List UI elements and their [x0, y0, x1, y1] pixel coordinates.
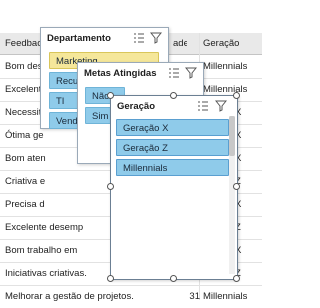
resize-handle[interactable]: [107, 183, 114, 190]
header-idade[interactable]: ade: [173, 33, 187, 54]
slicer-title: Metas Atingidas: [84, 68, 157, 79]
resize-handle[interactable]: [170, 275, 177, 282]
generation-cell[interactable]: Z: [235, 216, 260, 239]
generation-cell[interactable]: Millennials: [203, 285, 260, 308]
multi-select-icon[interactable]: [168, 67, 180, 79]
clear-filter-icon[interactable]: [215, 100, 227, 112]
slicer-scrollbar[interactable]: [229, 116, 235, 274]
slicer-item-millennials[interactable]: Millennials: [116, 159, 229, 176]
clear-filter-icon[interactable]: [185, 67, 197, 79]
table-row[interactable]: Melhorar a gestão de projetos. 31 Millen…: [0, 285, 262, 308]
resize-handle[interactable]: [233, 275, 240, 282]
generation-cell[interactable]: X: [235, 239, 260, 262]
generation-cell[interactable]: X: [235, 147, 260, 170]
slicer-geracao[interactable]: Geração Geração X Geração Z Millennials: [110, 95, 238, 280]
generation-cell[interactable]: Z: [235, 170, 260, 193]
generation-cell[interactable]: X: [235, 101, 260, 124]
scrollbar-thumb[interactable]: [229, 116, 235, 156]
slicer-item-geracao-z[interactable]: Geração Z: [116, 139, 229, 156]
slicer-title: Geração: [117, 101, 156, 112]
generation-cell[interactable]: Z: [235, 262, 260, 285]
clear-filter-icon[interactable]: [150, 32, 162, 44]
age-cell[interactable]: 31: [186, 285, 200, 308]
feedback-cell[interactable]: Melhorar a gestão de projetos.: [5, 285, 170, 308]
slicer-item-geracao-x[interactable]: Geração X: [116, 119, 229, 136]
resize-handle[interactable]: [107, 275, 114, 282]
header-geracao[interactable]: Geração: [203, 33, 258, 54]
generation-cell[interactable]: X: [235, 193, 260, 216]
slicer-title: Departamento: [47, 33, 111, 44]
resize-handle[interactable]: [233, 183, 240, 190]
generation-cell[interactable]: Millennials: [203, 55, 260, 78]
generation-cell[interactable]: X: [235, 124, 260, 147]
multi-select-icon[interactable]: [133, 32, 145, 44]
multi-select-icon[interactable]: [197, 100, 209, 112]
resize-handle[interactable]: [107, 92, 114, 99]
resize-handle[interactable]: [233, 92, 240, 99]
resize-handle[interactable]: [170, 92, 177, 99]
